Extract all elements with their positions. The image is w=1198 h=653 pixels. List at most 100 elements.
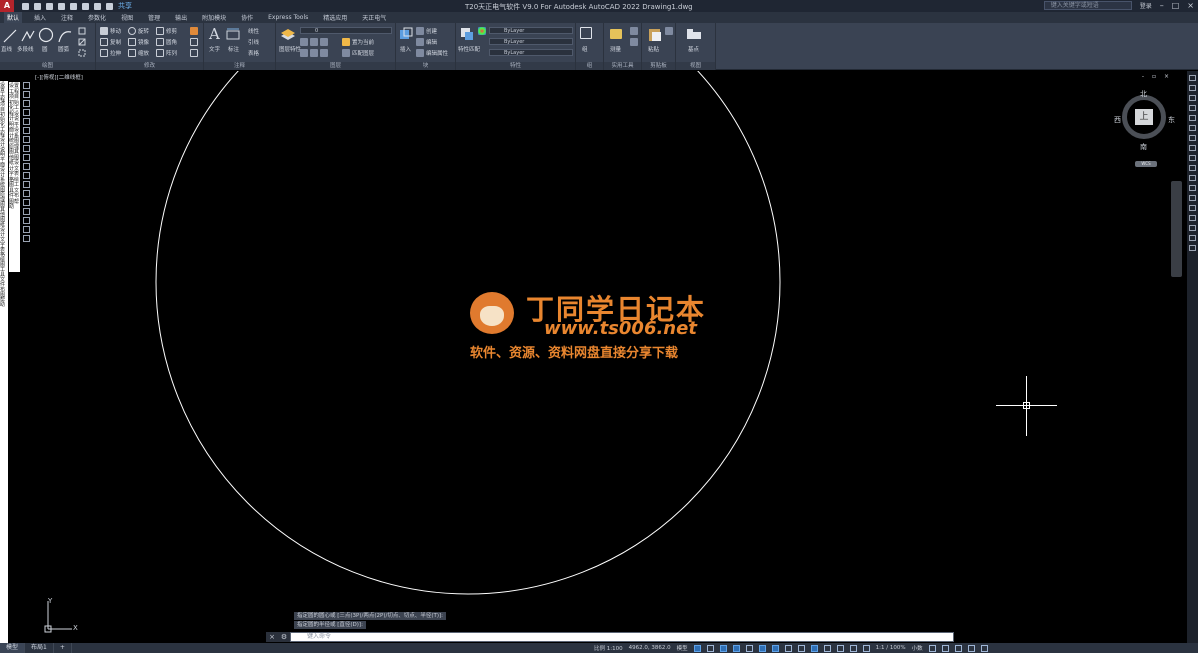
lineweight-dropdown[interactable]: ByLayer	[489, 49, 573, 56]
line-label[interactable]: 直线	[1, 45, 12, 53]
tab-layout1[interactable]: 布局1	[25, 643, 54, 653]
base-view-button[interactable]: 基点	[688, 45, 699, 53]
make-current-button[interactable]: 置为当前	[352, 38, 374, 46]
tool-polyline-icon[interactable]	[23, 91, 30, 98]
linear-button[interactable]: 线性	[248, 27, 259, 35]
compass-north[interactable]: 北	[1140, 89, 1147, 99]
object-snap-icon[interactable]	[771, 644, 779, 652]
properties-tool-icon[interactable]	[1189, 235, 1196, 241]
maximize-button[interactable]: □	[1172, 1, 1180, 10]
rotate-tool-icon[interactable]	[1189, 135, 1196, 141]
tool-gradient-icon[interactable]	[23, 208, 30, 215]
command-input[interactable]: 键入命令	[290, 632, 954, 642]
match-properties-icon[interactable]	[460, 27, 474, 41]
login-button[interactable]: 登录	[1140, 1, 1152, 10]
viewcube-top-face[interactable]: 上	[1135, 109, 1153, 125]
modify-panel-label[interactable]: 修改	[96, 62, 203, 70]
layer-tool-icon[interactable]	[1189, 245, 1196, 251]
tool-ellipse-icon[interactable]	[23, 154, 30, 161]
text-icon[interactable]: A	[209, 25, 220, 43]
tab-express-tools[interactable]: Express Tools	[265, 13, 311, 22]
edit-attributes-icon[interactable]	[416, 49, 424, 57]
ortho-toggle-icon[interactable]	[719, 644, 727, 652]
tool-circle-icon[interactable]	[23, 127, 30, 134]
linetype-dropdown[interactable]: ByLayer	[489, 38, 573, 45]
arc-label[interactable]: 圆弧	[58, 45, 69, 53]
tangent-menu-panel[interactable]: 设置工程项目初始化工程设计说明平面设计系统图原理图其他图纸设计文字表格绘图工具文…	[0, 81, 8, 643]
compass-east[interactable]: 东	[1168, 115, 1175, 125]
tab-annotate[interactable]: 注释	[58, 12, 76, 23]
polyline-icon[interactable]	[21, 29, 35, 43]
layers-panel-label[interactable]: 图层	[276, 62, 395, 70]
paste-icon[interactable]	[648, 26, 662, 42]
make-current-icon[interactable]	[342, 38, 350, 46]
compass-south[interactable]: 南	[1140, 142, 1147, 152]
create-block-icon[interactable]	[416, 27, 424, 35]
tool-table-icon[interactable]	[23, 226, 30, 233]
tool-line-icon[interactable]	[23, 82, 30, 89]
clean-screen-icon[interactable]	[967, 644, 975, 652]
clipboard-panel-label[interactable]: 剪贴板	[642, 62, 675, 70]
tab-output[interactable]: 输出	[172, 12, 190, 23]
mirror-tool-icon[interactable]	[1189, 95, 1196, 101]
close-command-icon[interactable]: ×	[266, 632, 278, 642]
annotation-visibility-icon[interactable]	[823, 644, 831, 652]
mirror-button[interactable]: 镜像	[138, 38, 149, 46]
wcs-menu[interactable]: WCS	[1135, 161, 1157, 167]
hardware-acceleration-icon[interactable]	[954, 644, 962, 652]
tab-insert[interactable]: 插入	[31, 12, 49, 23]
dimension-button[interactable]: 标注	[228, 45, 239, 53]
properties-panel-label[interactable]: 特性	[456, 62, 575, 70]
insert-block-icon[interactable]	[399, 27, 413, 41]
edit-attributes-button[interactable]: 编辑属性	[426, 49, 448, 57]
erase-tool-icon[interactable]	[1189, 75, 1196, 81]
tab-collaborate[interactable]: 协作	[238, 12, 256, 23]
paste-button[interactable]: 粘贴	[648, 45, 659, 53]
tool-ellipse-arc-icon[interactable]	[23, 163, 30, 170]
workspace-switch-icon[interactable]	[862, 644, 870, 652]
layer-off-icon[interactable]	[300, 38, 308, 46]
block-panel-label[interactable]: 块	[396, 62, 455, 70]
save-icon[interactable]	[46, 2, 53, 10]
print-icon[interactable]	[82, 2, 89, 10]
tool-mtext-icon[interactable]	[23, 235, 30, 242]
layer-properties-icon[interactable]	[280, 27, 296, 41]
copy-icon[interactable]	[100, 38, 108, 46]
group-button[interactable]: 组	[582, 45, 588, 53]
erase-icon[interactable]	[190, 27, 198, 35]
auto-scale-icon[interactable]	[836, 644, 844, 652]
color-dropdown[interactable]: ByLayer	[489, 27, 573, 34]
rotate-button[interactable]: 旋转	[138, 27, 149, 35]
tangent-menu-text[interactable]: 设置工程项目初始化工程设计说明平面设计系统图原理图其他图纸设计文字表格绘图工具文…	[0, 83, 8, 308]
circle-icon[interactable]	[38, 27, 54, 43]
scale-tool-icon[interactable]	[1189, 145, 1196, 151]
match-layer-icon[interactable]	[342, 49, 350, 57]
trim-icon[interactable]	[156, 27, 164, 35]
layer-isolate-icon[interactable]	[310, 38, 318, 46]
leader-button[interactable]: 引线	[248, 38, 259, 46]
polyline-label[interactable]: 多段线	[17, 45, 34, 53]
break-tool-icon[interactable]	[1189, 185, 1196, 191]
hatch-icon[interactable]	[78, 38, 86, 46]
add-layout-button[interactable]: +	[54, 643, 72, 653]
tab-parametric[interactable]: 参数化	[85, 12, 109, 23]
utilities-panel-label[interactable]: 实用工具	[604, 62, 641, 70]
tool-spline-icon[interactable]	[23, 145, 30, 152]
group-icon[interactable]	[580, 27, 592, 39]
transparency-toggle-icon[interactable]	[797, 644, 805, 652]
tool-revcloud-icon[interactable]	[23, 136, 30, 143]
tab-model[interactable]: 模型	[0, 643, 26, 653]
array-icon[interactable]	[156, 49, 164, 57]
tab-tangent-electric[interactable]: 天正电气	[359, 12, 389, 23]
snap-toggle-icon[interactable]	[706, 644, 714, 652]
navigation-bar[interactable]	[1171, 181, 1182, 277]
polar-toggle-icon[interactable]	[732, 644, 740, 652]
search-input[interactable]: 键入关键字或短语	[1043, 1, 1132, 10]
fillet-button[interactable]: 圆角	[166, 38, 177, 46]
tool-region-icon[interactable]	[23, 217, 30, 224]
tool-rectangle-icon[interactable]	[23, 109, 30, 116]
chamfer-tool-icon[interactable]	[1189, 205, 1196, 211]
tool-hatch-icon[interactable]	[23, 199, 30, 206]
tool-make-block-icon[interactable]	[23, 181, 30, 188]
scale-icon[interactable]	[128, 49, 136, 57]
